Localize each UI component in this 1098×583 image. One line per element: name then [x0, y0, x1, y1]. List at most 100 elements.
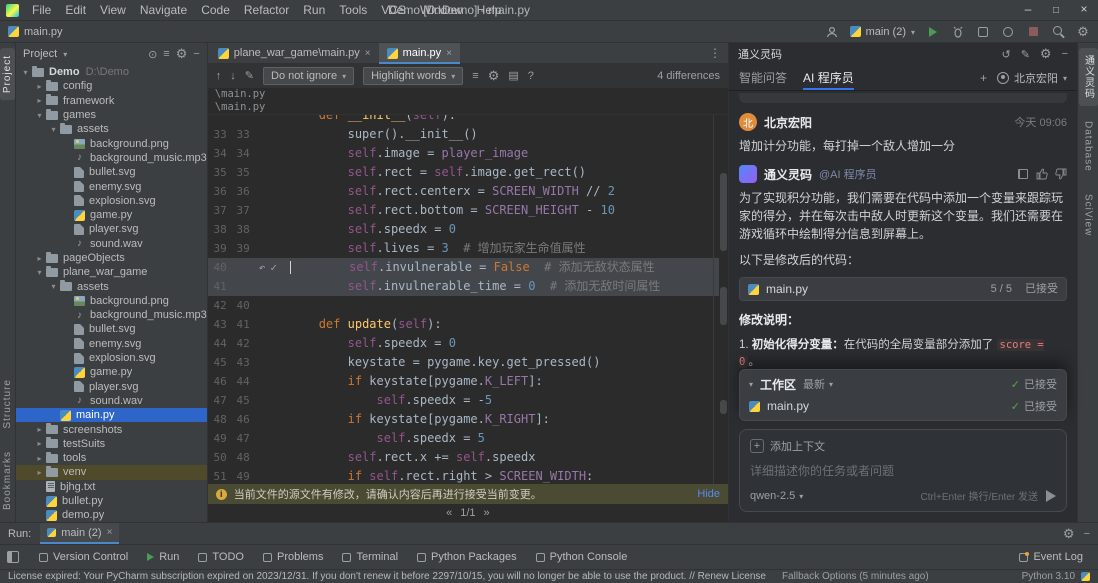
tree-item-bullet-svg[interactable]: bullet.svg	[16, 165, 207, 179]
edit-icon[interactable]	[245, 69, 254, 82]
python-interpreter-label[interactable]: Python 3.10	[1022, 571, 1075, 582]
previous-change-icon[interactable]	[216, 70, 222, 82]
minimize-icon[interactable]	[1014, 0, 1042, 20]
tree-item-assets[interactable]: assets	[16, 122, 207, 136]
close-tab-icon[interactable]	[107, 527, 113, 538]
tree-item-explosion-svg[interactable]: explosion.svg	[16, 351, 207, 365]
project-panel-title[interactable]: Project	[23, 48, 57, 60]
collapse-icon[interactable]	[34, 111, 45, 120]
annotate-icon[interactable]	[508, 69, 518, 82]
tree-item-game-py[interactable]: game.py	[16, 208, 207, 222]
collapse-icon[interactable]	[20, 68, 31, 77]
workspace-file-name[interactable]: main.py	[767, 399, 809, 413]
tree-item-player-svg[interactable]: player.svg	[16, 222, 207, 236]
tree-item-background-music-mp3[interactable]: background_music.mp3	[16, 308, 207, 322]
model-selector[interactable]: qwen-2.5	[750, 490, 803, 502]
tree-item-bullet-svg[interactable]: bullet.svg	[16, 322, 207, 336]
hide-panel-icon[interactable]	[193, 48, 199, 60]
add-context-button[interactable]: 添加上下文	[750, 438, 1056, 454]
run-settings-icon[interactable]	[1063, 526, 1075, 542]
code-line[interactable]: 3838 self.speedx = 0	[208, 220, 719, 239]
toolwindow-version-control[interactable]: Version Control	[31, 549, 136, 565]
tree-item-sound-wav[interactable]: sound.wav	[16, 394, 207, 408]
code-line[interactable]: 4644 if keystate[pygame.K_LEFT]:	[208, 372, 719, 391]
collapse-all-icon[interactable]	[163, 48, 169, 60]
expand-icon[interactable]	[34, 96, 45, 105]
code-line[interactable]: 41 self.invulnerable_time = 0 # 添加无敌时间属性	[208, 277, 719, 296]
tree-item-plane-war-game[interactable]: plane_war_game	[16, 265, 207, 279]
tree-item-explosion-svg[interactable]: explosion.svg	[16, 194, 207, 208]
profiler-icon[interactable]	[1001, 24, 1015, 40]
tree-item-enemy-svg[interactable]: enemy.svg	[16, 337, 207, 351]
assistant-tab-ai-programmer[interactable]: AI 程序员	[803, 65, 854, 90]
new-session-icon[interactable]	[1021, 48, 1030, 61]
expand-icon[interactable]	[34, 468, 45, 477]
ignore-policy-dropdown[interactable]: Do not ignore	[263, 67, 354, 85]
expand-icon[interactable]	[34, 82, 45, 91]
tree-item-demo-py[interactable]: demo.py	[16, 508, 207, 522]
menu-navigate[interactable]: Navigate	[133, 1, 194, 20]
toolwindow-switcher-icon[interactable]	[7, 551, 19, 563]
toolwindow-python-console[interactable]: Python Console	[528, 549, 636, 565]
coverage-icon[interactable]	[976, 24, 990, 40]
stripe-item-sciview[interactable]: SciView	[1081, 187, 1096, 243]
scrollbar-thumb[interactable]	[720, 173, 727, 251]
stripe-item-database[interactable]: Database	[1081, 114, 1096, 179]
editor-tab-plane-war-game-main-py[interactable]: plane_war_game\main.py	[210, 43, 379, 63]
prev-diff-icon[interactable]: «	[446, 507, 452, 519]
menu-refactor[interactable]: Refactor	[237, 1, 296, 20]
hide-assistant-icon[interactable]	[1062, 48, 1068, 60]
run-tab[interactable]: main (2)	[40, 523, 119, 544]
highlight-policy-dropdown[interactable]: Highlight words	[363, 67, 463, 85]
code-line[interactable]: def __init__(self):	[208, 115, 719, 125]
diff-settings-icon[interactable]	[488, 68, 500, 84]
assistant-settings-icon[interactable]	[1040, 46, 1052, 62]
panel-settings-icon[interactable]	[176, 46, 188, 62]
code-line[interactable]: 4543 keystate = pygame.key.get_pressed()	[208, 353, 719, 372]
stripe-item-lingma[interactable]: 通义灵码	[1079, 48, 1098, 106]
thumbs-down-icon[interactable]	[1055, 168, 1067, 180]
editor-tab-main-py[interactable]: main.py	[379, 43, 460, 63]
maximize-icon[interactable]	[1042, 0, 1070, 20]
code-line[interactable]: 4240	[208, 296, 719, 315]
collapse-icon[interactable]	[48, 125, 59, 134]
collapse-icon[interactable]	[34, 268, 45, 277]
code-line[interactable]: 5048 self.rect.x += self.speedx	[208, 448, 719, 467]
expand-icon[interactable]	[34, 254, 45, 263]
tree-item-background-png[interactable]: background.png	[16, 294, 207, 308]
editor-scrollbar[interactable]	[720, 115, 727, 484]
menu-tools[interactable]: Tools	[332, 1, 374, 20]
toolwindow-run[interactable]: Run	[139, 549, 187, 565]
more-options-icon[interactable]	[702, 46, 728, 60]
toolwindow-problems[interactable]: Problems	[255, 549, 331, 565]
stripe-item-bookmarks[interactable]: Bookmarks	[0, 444, 15, 517]
code-line[interactable]: 3333 super().__init__()	[208, 125, 719, 144]
stop-icon[interactable]	[1026, 24, 1040, 40]
user-icon[interactable]	[825, 24, 839, 40]
close-icon[interactable]	[1070, 0, 1098, 20]
debug-icon[interactable]	[951, 24, 965, 40]
tree-item-bjhg-txt[interactable]: bjhg.txt	[16, 480, 207, 494]
code-line[interactable]: 4442 self.speedx = 0	[208, 334, 719, 353]
menu-code[interactable]: Code	[194, 1, 237, 20]
code-line[interactable]: 4846 if keystate[pygame.K_RIGHT]:	[208, 410, 719, 429]
copy-icon[interactable]	[1017, 168, 1029, 180]
tree-item-tools[interactable]: tools	[16, 451, 207, 465]
collapse-unchanged-icon[interactable]	[472, 70, 478, 82]
tree-item-games[interactable]: games	[16, 108, 207, 122]
tree-item-enemy-svg[interactable]: enemy.svg	[16, 179, 207, 193]
expand-icon[interactable]	[34, 425, 45, 434]
menu-view[interactable]: View	[93, 1, 133, 20]
stripe-item-structure[interactable]: Structure	[0, 372, 15, 436]
search-everywhere-icon[interactable]	[1051, 24, 1065, 40]
code-line[interactable]: 40 self.invulnerable = False # 添加无敌状态属性	[208, 258, 719, 277]
hide-notification-link[interactable]: Hide	[697, 488, 720, 500]
code-line[interactable]: 4745 self.speedx = -5	[208, 391, 719, 410]
tree-item-sound-wav[interactable]: sound.wav	[16, 237, 207, 251]
fallback-options[interactable]: Fallback Options (5 minutes ago)	[782, 571, 929, 582]
code-line[interactable]: 3737 self.rect.bottom = SCREEN_HEIGHT - …	[208, 201, 719, 220]
tree-item-screenshots[interactable]: screenshots	[16, 422, 207, 436]
next-diff-icon[interactable]: »	[484, 507, 490, 519]
toolwindow-event-log[interactable]: Event Log	[1011, 549, 1091, 565]
tree-item-framework[interactable]: framework	[16, 94, 207, 108]
